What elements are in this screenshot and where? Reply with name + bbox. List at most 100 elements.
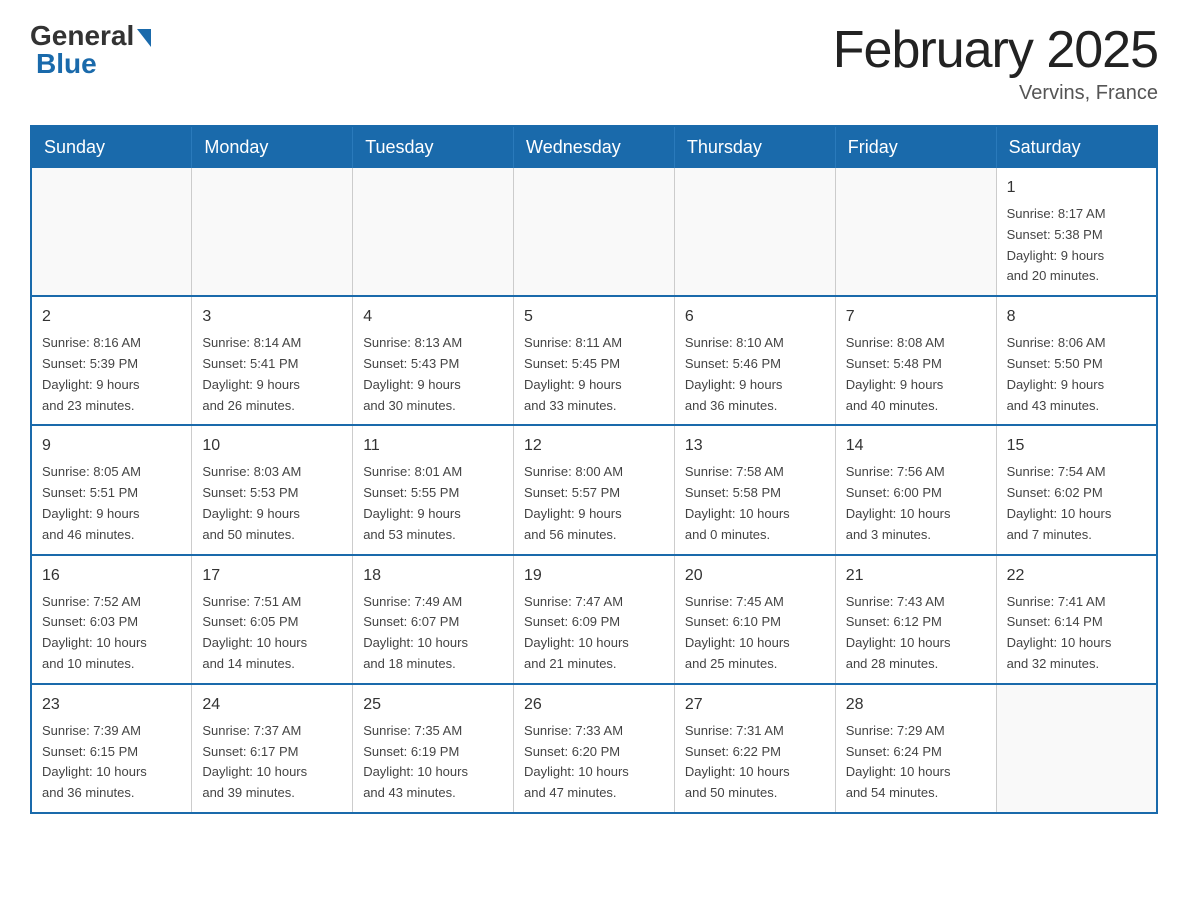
- day-info: Sunrise: 8:17 AMSunset: 5:38 PMDaylight:…: [1007, 204, 1146, 287]
- day-info: Sunrise: 7:39 AMSunset: 6:15 PMDaylight:…: [42, 721, 181, 804]
- calendar-week-row: 9 Sunrise: 8:05 AMSunset: 5:51 PMDaylight…: [31, 425, 1157, 554]
- day-info: Sunrise: 8:08 AMSunset: 5:48 PMDaylight:…: [846, 333, 986, 416]
- day-number: 16: [42, 564, 181, 588]
- day-info: Sunrise: 8:13 AMSunset: 5:43 PMDaylight:…: [363, 333, 503, 416]
- day-info: Sunrise: 7:33 AMSunset: 6:20 PMDaylight:…: [524, 721, 664, 804]
- calendar-week-row: 2 Sunrise: 8:16 AMSunset: 5:39 PMDaylight…: [31, 296, 1157, 425]
- logo: General Blue: [30, 20, 151, 80]
- calendar-cell: 10Sunrise: 8:03 AMSunset: 5:53 PMDayligh…: [192, 425, 353, 554]
- calendar-cell: 26 Sunrise: 7:33 AMSunset: 6:20 PMDayligh…: [514, 684, 675, 813]
- day-info: Sunrise: 8:11 AMSunset: 5:45 PMDaylight:…: [524, 333, 664, 416]
- day-number: 14: [846, 434, 986, 458]
- day-info: Sunrise: 8:05 AMSunset: 5:51 PMDaylight:…: [42, 462, 181, 545]
- calendar-cell: [353, 168, 514, 296]
- day-info: Sunrise: 7:31 AMSunset: 6:22 PMDaylight:…: [685, 721, 825, 804]
- day-number: 24: [202, 693, 342, 717]
- calendar-cell: 16 Sunrise: 7:52 AMSunset: 6:03 PMDayligh…: [31, 555, 192, 684]
- calendar-header-tuesday: Tuesday: [353, 126, 514, 168]
- day-info: Sunrise: 7:29 AMSunset: 6:24 PMDaylight:…: [846, 721, 986, 804]
- logo-arrow-icon: [137, 29, 151, 47]
- calendar-cell: 17 Sunrise: 7:51 AMSunset: 6:05 PMDayligh…: [192, 555, 353, 684]
- logo-blue-text: Blue: [32, 48, 97, 80]
- day-number: 26: [524, 693, 664, 717]
- day-number: 4: [363, 305, 503, 329]
- calendar-cell: 5 Sunrise: 8:11 AMSunset: 5:45 PMDaylight…: [514, 296, 675, 425]
- calendar-cell: 8 Sunrise: 8:06 AMSunset: 5:50 PMDaylight…: [996, 296, 1157, 425]
- calendar-cell: 3 Sunrise: 8:14 AMSunset: 5:41 PMDaylight…: [192, 296, 353, 425]
- day-number: 19: [524, 564, 664, 588]
- day-info: Sunrise: 8:01 AMSunset: 5:55 PMDaylight:…: [363, 462, 503, 545]
- calendar-cell: 18 Sunrise: 7:49 AMSunset: 6:07 PMDayligh…: [353, 555, 514, 684]
- day-info: Sunrise: 7:56 AMSunset: 6:00 PMDaylight:…: [846, 462, 986, 545]
- day-number: 13: [685, 434, 825, 458]
- day-info: Sunrise: 8:16 AMSunset: 5:39 PMDaylight:…: [42, 333, 181, 416]
- calendar-cell: 22 Sunrise: 7:41 AMSunset: 6:14 PMDayligh…: [996, 555, 1157, 684]
- day-number: 12: [524, 434, 664, 458]
- day-number: 18: [363, 564, 503, 588]
- day-number: 2: [42, 305, 181, 329]
- calendar-cell: 21 Sunrise: 7:43 AMSunset: 6:12 PMDayligh…: [835, 555, 996, 684]
- calendar-cell: [674, 168, 835, 296]
- calendar-cell: 24Sunrise: 7:37 AMSunset: 6:17 PMDayligh…: [192, 684, 353, 813]
- day-info: Sunrise: 8:10 AMSunset: 5:46 PMDaylight:…: [685, 333, 825, 416]
- day-info: Sunrise: 8:14 AMSunset: 5:41 PMDaylight:…: [202, 333, 342, 416]
- day-info: Sunrise: 7:35 AMSunset: 6:19 PMDaylight:…: [363, 721, 503, 804]
- day-info: Sunrise: 7:41 AMSunset: 6:14 PMDaylight:…: [1007, 592, 1146, 675]
- day-number: 9: [42, 434, 181, 458]
- day-number: 20: [685, 564, 825, 588]
- page-header: General Blue February 2025 Vervins, Fran…: [30, 20, 1158, 105]
- day-number: 25: [363, 693, 503, 717]
- day-info: Sunrise: 7:51 AMSunset: 6:05 PMDaylight:…: [202, 592, 342, 675]
- day-number: 17: [202, 564, 342, 588]
- day-info: Sunrise: 7:49 AMSunset: 6:07 PMDaylight:…: [363, 592, 503, 675]
- calendar-cell: 25 Sunrise: 7:35 AMSunset: 6:19 PMDayligh…: [353, 684, 514, 813]
- calendar-table: SundayMondayTuesdayWednesdayThursdayFrid…: [30, 125, 1158, 814]
- calendar-cell: 12Sunrise: 8:00 AMSunset: 5:57 PMDayligh…: [514, 425, 675, 554]
- day-info: Sunrise: 7:52 AMSunset: 6:03 PMDaylight:…: [42, 592, 181, 675]
- day-number: 3: [202, 305, 342, 329]
- day-number: 7: [846, 305, 986, 329]
- calendar-header-wednesday: Wednesday: [514, 126, 675, 168]
- month-title: February 2025: [833, 20, 1158, 80]
- day-info: Sunrise: 8:06 AMSunset: 5:50 PMDaylight:…: [1007, 333, 1146, 416]
- calendar-week-row: 1 Sunrise: 8:17 AMSunset: 5:38 PMDaylight…: [31, 168, 1157, 296]
- day-number: 11: [363, 434, 503, 458]
- day-number: 22: [1007, 564, 1146, 588]
- calendar-cell: 19 Sunrise: 7:47 AMSunset: 6:09 PMDayligh…: [514, 555, 675, 684]
- day-number: 10: [202, 434, 342, 458]
- day-number: 6: [685, 305, 825, 329]
- calendar-cell: 27 Sunrise: 7:31 AMSunset: 6:22 PMDayligh…: [674, 684, 835, 813]
- calendar-cell: [31, 168, 192, 296]
- day-info: Sunrise: 7:43 AMSunset: 6:12 PMDaylight:…: [846, 592, 986, 675]
- calendar-cell: [514, 168, 675, 296]
- calendar-cell: 4 Sunrise: 8:13 AMSunset: 5:43 PMDaylight…: [353, 296, 514, 425]
- day-number: 1: [1007, 176, 1146, 200]
- day-number: 5: [524, 305, 664, 329]
- day-info: Sunrise: 7:47 AMSunset: 6:09 PMDaylight:…: [524, 592, 664, 675]
- day-info: Sunrise: 7:58 AMSunset: 5:58 PMDaylight:…: [685, 462, 825, 545]
- title-area: February 2025 Vervins, France: [833, 20, 1158, 105]
- day-number: 23: [42, 693, 181, 717]
- calendar-cell: 14 Sunrise: 7:56 AMSunset: 6:00 PMDayligh…: [835, 425, 996, 554]
- calendar-cell: 1 Sunrise: 8:17 AMSunset: 5:38 PMDaylight…: [996, 168, 1157, 296]
- calendar-cell: 6 Sunrise: 8:10 AMSunset: 5:46 PMDaylight…: [674, 296, 835, 425]
- location-text: Vervins, France: [833, 82, 1158, 105]
- calendar-header-monday: Monday: [192, 126, 353, 168]
- day-number: 15: [1007, 434, 1146, 458]
- calendar-cell: [996, 684, 1157, 813]
- calendar-cell: [835, 168, 996, 296]
- calendar-cell: 9 Sunrise: 8:05 AMSunset: 5:51 PMDaylight…: [31, 425, 192, 554]
- calendar-body: 1 Sunrise: 8:17 AMSunset: 5:38 PMDaylight…: [31, 168, 1157, 813]
- calendar-week-row: 23 Sunrise: 7:39 AMSunset: 6:15 PMDayligh…: [31, 684, 1157, 813]
- calendar-header-row: SundayMondayTuesdayWednesdayThursdayFrid…: [31, 126, 1157, 168]
- day-number: 27: [685, 693, 825, 717]
- calendar-header-friday: Friday: [835, 126, 996, 168]
- calendar-cell: 15Sunrise: 7:54 AMSunset: 6:02 PMDayligh…: [996, 425, 1157, 554]
- day-number: 28: [846, 693, 986, 717]
- calendar-week-row: 16 Sunrise: 7:52 AMSunset: 6:03 PMDayligh…: [31, 555, 1157, 684]
- calendar-cell: 7 Sunrise: 8:08 AMSunset: 5:48 PMDaylight…: [835, 296, 996, 425]
- calendar-cell: [192, 168, 353, 296]
- calendar-cell: 11 Sunrise: 8:01 AMSunset: 5:55 PMDayligh…: [353, 425, 514, 554]
- day-number: 21: [846, 564, 986, 588]
- day-number: 8: [1007, 305, 1146, 329]
